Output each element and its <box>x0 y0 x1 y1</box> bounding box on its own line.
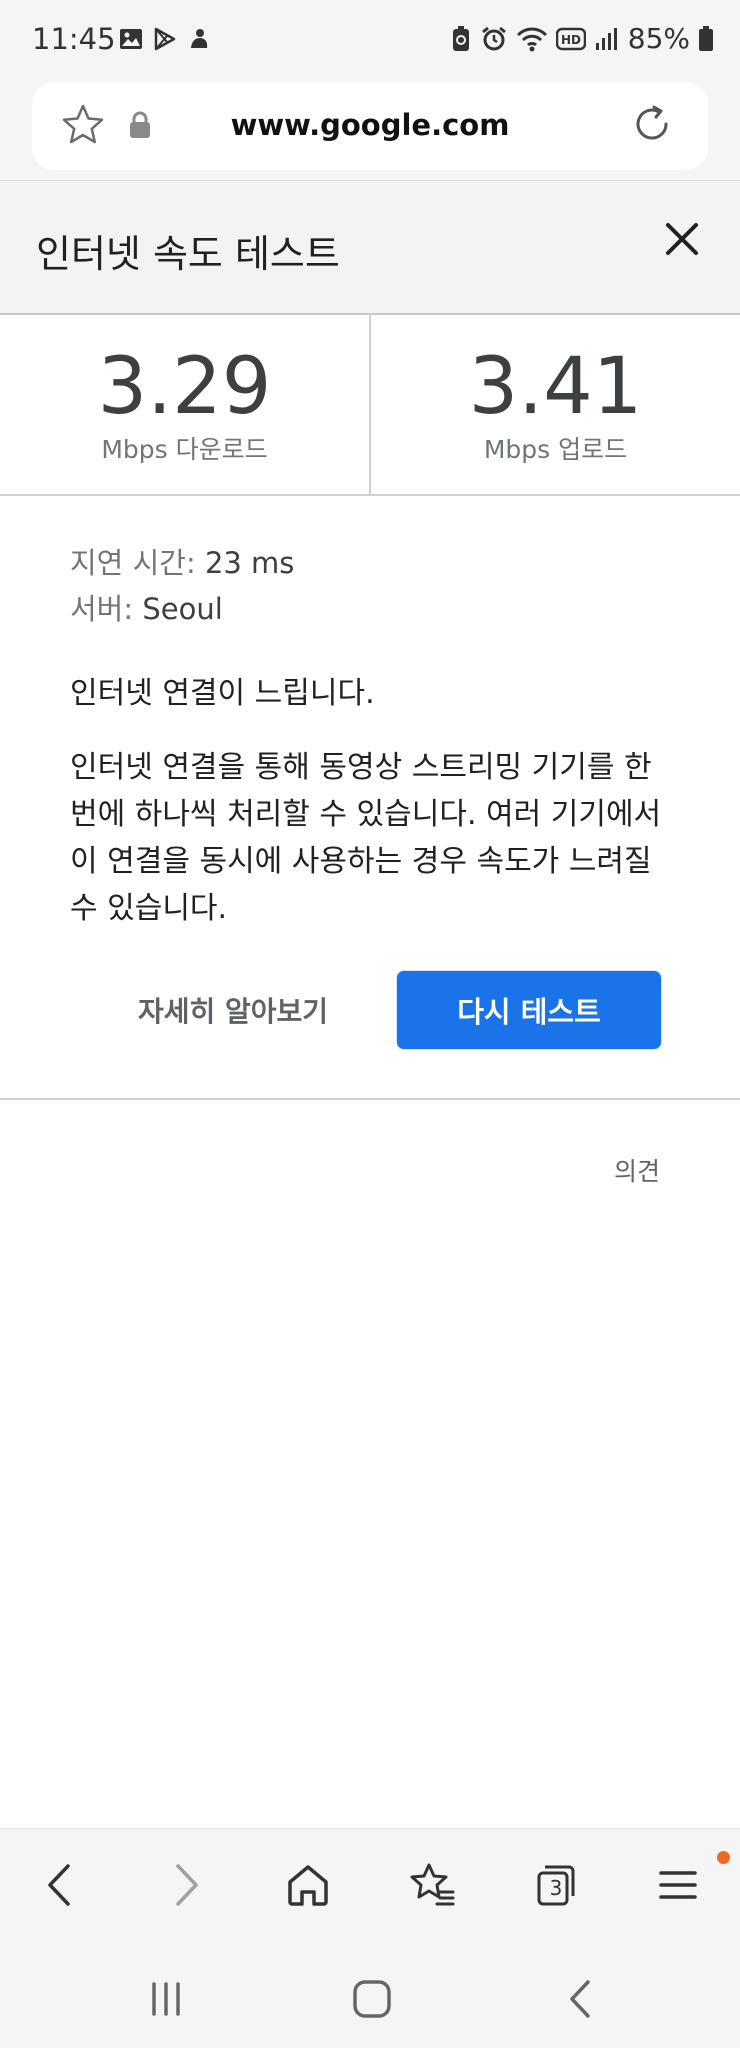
home-nav-icon[interactable] <box>342 1974 402 2024</box>
battery-saver-icon <box>450 25 472 53</box>
speed-summary: 인터넷 연결이 느립니다. <box>70 676 375 711</box>
connection-info: 지연 시간: 23 ms 서버: Seoul <box>70 540 670 632</box>
bixby-icon <box>186 26 212 52</box>
status-bar: 11:45 HD 85% <box>0 0 740 80</box>
url-bar[interactable]: www.google.com <box>32 82 708 170</box>
system-nav-bar <box>0 1938 740 2048</box>
back-nav-icon[interactable] <box>552 1974 612 2024</box>
gallery-icon <box>118 26 144 52</box>
battery-percent: 85% <box>627 22 690 55</box>
reload-icon[interactable] <box>628 100 676 152</box>
home-icon[interactable] <box>278 1855 338 1915</box>
play-store-icon <box>152 26 178 52</box>
upload-unit: Mbps 업로드 <box>483 435 628 464</box>
alarm-icon <box>480 25 508 53</box>
menu-icon[interactable] <box>648 1855 708 1915</box>
latency-line: 지연 시간: 23 ms <box>70 540 670 586</box>
server-label: 서버: <box>70 592 134 626</box>
server-line: 서버: Seoul <box>70 586 670 632</box>
wifi-icon <box>516 25 548 53</box>
download-unit: Mbps 다운로드 <box>101 435 268 464</box>
back-icon[interactable] <box>30 1855 90 1915</box>
feedback-link[interactable]: 의견 <box>614 1152 660 1188</box>
download-value: 3.29 <box>97 342 272 432</box>
download-speed: 3.29 Mbps 다운로드 <box>0 314 369 494</box>
svg-text:HD: HD <box>561 33 581 47</box>
tab-count: 3 <box>549 1876 563 1900</box>
latency-value: 23 ms <box>204 546 295 580</box>
server-value: Seoul <box>142 592 223 626</box>
speed-test-header: 인터넷 속도 테스트 <box>0 180 740 315</box>
forward-icon[interactable] <box>156 1855 216 1915</box>
retest-button[interactable]: 다시 테스트 <box>396 970 662 1050</box>
signal-icon <box>594 26 620 52</box>
close-icon[interactable] <box>662 219 702 263</box>
hd-voice-icon: HD <box>555 27 586 51</box>
page-title: 인터넷 속도 테스트 <box>36 232 340 276</box>
speed-results: 3.29 Mbps 다운로드 3.41 Mbps 업로드 <box>0 314 740 496</box>
bottom-toolbar: 3 <box>0 1828 740 1939</box>
url-text[interactable]: www.google.com <box>32 108 708 142</box>
upload-speed: 3.41 Mbps 업로드 <box>371 314 740 494</box>
latency-label: 지연 시간: <box>70 546 196 580</box>
upload-value: 3.41 <box>468 342 643 432</box>
learn-more-button[interactable]: 자세히 알아보기 <box>98 972 368 1048</box>
bookmarks-icon[interactable] <box>402 1855 462 1915</box>
battery-icon <box>698 25 714 53</box>
browser-toolbar: www.google.com <box>0 80 740 180</box>
status-time: 11:45 <box>32 22 116 56</box>
speed-description: 인터넷 연결을 통해 동영상 스트리밍 기기를 한 번에 하나씩 처리할 수 있… <box>70 750 662 926</box>
tabs-icon[interactable]: 3 <box>526 1855 586 1915</box>
divider <box>0 1098 740 1100</box>
recent-apps-icon[interactable] <box>136 1974 196 2024</box>
menu-notification-dot <box>717 1851 730 1864</box>
